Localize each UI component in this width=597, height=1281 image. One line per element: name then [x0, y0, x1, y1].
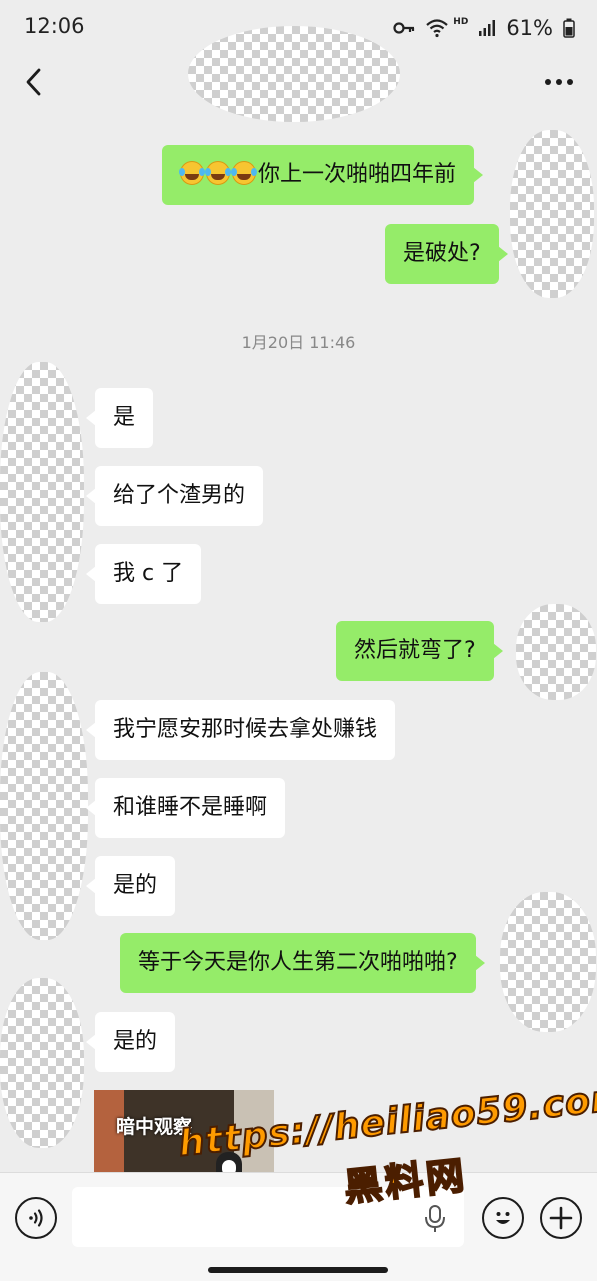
wifi-icon: [426, 19, 449, 38]
sticker-message[interactable]: 暗中观察: [94, 1090, 274, 1172]
battery-percentage: 61%: [506, 16, 553, 40]
message-bubble-received[interactable]: 和谁睡不是睡啊: [85, 778, 286, 838]
my-avatar-redacted: [516, 604, 596, 700]
message-text: 是的: [113, 1029, 158, 1054]
contact-avatar-redacted: [0, 978, 84, 1148]
plus-button[interactable]: [540, 1197, 582, 1239]
message-text: 等于今天是你人生第二次啪啪啪?: [138, 950, 458, 975]
message-bubble-sent[interactable]: 然后就弯了?: [336, 621, 503, 681]
network-label: HD: [453, 17, 469, 27]
home-indicator[interactable]: [208, 1267, 388, 1273]
battery-icon: [563, 18, 575, 38]
my-avatar-redacted: [500, 892, 596, 1032]
signal-icon: [479, 20, 496, 36]
more-options-button[interactable]: [537, 62, 581, 102]
status-icons: HD 61%: [393, 14, 575, 42]
message-bubble-received[interactable]: 我宁愿安那时候去拿处赚钱: [85, 700, 396, 760]
input-bar: [0, 1172, 597, 1281]
message-text: 你上一次啪啪四年前: [258, 162, 457, 187]
message-input[interactable]: [72, 1187, 464, 1247]
chat-area[interactable]: 你上一次啪啪四年前 是破处? 1月20日 11:46 是 给了个渣男的 我 c …: [0, 112, 597, 1172]
laughing-crying-emoji-icon: [179, 161, 204, 185]
message-text: 我 c 了: [113, 561, 184, 586]
voice-button[interactable]: [15, 1197, 57, 1239]
emoji-button[interactable]: [482, 1197, 524, 1239]
message-bubble-sent[interactable]: 你上一次啪啪四年前: [162, 145, 484, 205]
message-bubble-received[interactable]: 是: [85, 388, 154, 448]
chat-timestamp: 1月20日 11:46: [241, 333, 356, 352]
nav-bar: [0, 26, 597, 122]
sticker-caption: 暗中观察: [116, 1116, 193, 1138]
contact-avatar-redacted: [0, 362, 84, 622]
emoji-icon: [496, 1212, 510, 1224]
back-button[interactable]: [14, 62, 54, 102]
plus-icon: [549, 1206, 573, 1230]
contact-avatar-redacted: [0, 672, 88, 940]
message-bubble-sent[interactable]: 等于今天是你人生第二次啪啪啪?: [120, 933, 485, 993]
message-text: 和谁睡不是睡啊: [113, 795, 268, 820]
chevron-left-icon: [26, 68, 41, 96]
mic-icon[interactable]: [422, 1205, 448, 1233]
message-text: 是破处?: [403, 241, 481, 266]
message-bubble-received[interactable]: 是的: [85, 1012, 176, 1072]
message-text: 我宁愿安那时候去拿处赚钱: [113, 717, 378, 742]
message-bubble-sent[interactable]: 是破处?: [385, 224, 508, 284]
chat-title-redacted: [188, 26, 400, 122]
penguin-icon: [216, 1152, 242, 1172]
message-bubble-received[interactable]: 我 c 了: [85, 544, 202, 604]
message-text: 然后就弯了?: [354, 638, 476, 663]
my-avatar-redacted: [510, 130, 594, 298]
laughing-crying-emoji-icon: [231, 161, 256, 185]
key-icon: [393, 22, 415, 34]
more-dots-icon: [545, 79, 573, 85]
message-text: 是的: [113, 873, 158, 898]
laughing-crying-emoji-icon: [205, 161, 230, 185]
message-bubble-received[interactable]: 给了个渣男的: [85, 466, 264, 526]
status-time: 12:06: [24, 14, 85, 38]
message-text: 是: [113, 405, 136, 430]
voice-icon: [29, 1209, 43, 1227]
message-text: 给了个渣男的: [113, 483, 246, 508]
message-bubble-received[interactable]: 是的: [85, 856, 176, 916]
